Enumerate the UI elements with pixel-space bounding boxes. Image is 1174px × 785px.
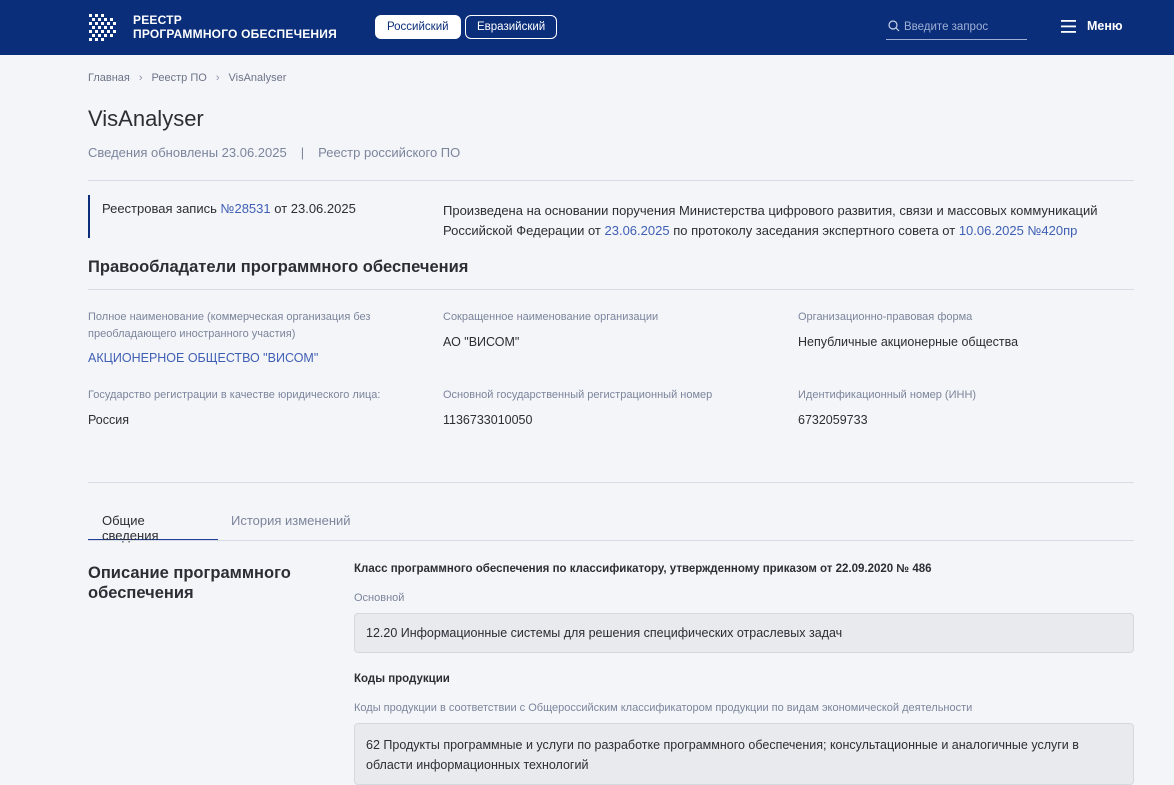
full-name-label: Полное наименование (коммерческая органи… <box>88 311 371 340</box>
registry-russian-button[interactable]: Российский <box>375 15 461 39</box>
full-name-link[interactable]: АКЦИОНЕРНОЕ ОБЩЕСТВО "ВИСОМ" <box>88 351 318 365</box>
search-icon[interactable] <box>888 20 900 32</box>
owners-heading: Правообладатели программного обеспечения <box>88 258 469 276</box>
codes-sub-label: Коды продукции в соответствии с Общеросс… <box>354 702 973 714</box>
record-number-link[interactable]: №28531 <box>221 201 271 216</box>
breadcrumb-current: VisAnalyser <box>228 72 287 84</box>
country-value: Россия <box>88 413 129 427</box>
logo-line-1: РЕЕСТР <box>133 13 182 27</box>
tab-general[interactable]: Общие сведения <box>88 506 218 543</box>
ogrn-value: 1136733010050 <box>443 413 533 427</box>
subtitle-separator: | <box>300 145 305 160</box>
basis-date-link[interactable]: 23.06.2025 <box>605 223 670 238</box>
chevron-right-icon: › <box>138 72 143 84</box>
legal-form-value: Непубличные акционерные общества <box>798 335 1019 349</box>
country-label: Государство регистрации в качестве юриди… <box>88 389 381 401</box>
divider <box>88 289 1134 290</box>
inn-value: 6732059733 <box>798 413 868 427</box>
basis-text-2: по протоколу заседания экспертного совет… <box>673 223 956 238</box>
registry-type: Реестр российского ПО <box>318 145 461 160</box>
protocol-link[interactable]: 10.06.2025 №420пр <box>959 223 1078 238</box>
tabs-divider <box>88 540 1134 541</box>
search-box <box>886 17 1027 40</box>
short-name-label: Сокращенное наименование организации <box>443 311 659 323</box>
ogrn-label: Основной государственный регистрационный… <box>443 389 713 401</box>
logo-line-2: ПРОГРАММНОГО ОБЕСПЕЧЕНИЯ <box>133 27 337 41</box>
divider <box>88 482 1134 483</box>
description-title: Описание программного обеспечения <box>88 564 291 602</box>
search-input[interactable] <box>904 17 1024 37</box>
tab-history[interactable]: История изменений <box>217 506 365 541</box>
codes-label: Коды продукции <box>354 673 450 685</box>
page-title: VisAnalyser <box>88 106 204 131</box>
record-basis: Произведена на основании поручения Минис… <box>443 201 1133 241</box>
menu-label: Меню <box>1087 19 1123 33</box>
breadcrumb: Главная › Реестр ПО › VisAnalyser <box>88 72 286 84</box>
hamburger-icon <box>1061 20 1076 33</box>
registry-logo-icon[interactable] <box>88 13 118 43</box>
main-class-value: 12.20 Информационные системы для решения… <box>354 613 1134 653</box>
inn-label: Идентификационный номер (ИНН) <box>798 389 977 401</box>
short-name-value: АО "ВИСОМ" <box>443 335 520 349</box>
logo-text[interactable]: РЕЕСТР ПРОГРАММНОГО ОБЕСПЕЧЕНИЯ <box>133 13 337 41</box>
record-prefix: Реестровая запись <box>102 201 217 216</box>
main-class-label: Основной <box>354 592 405 604</box>
chevron-right-icon: › <box>215 72 220 84</box>
top-header: РЕЕСТР ПРОГРАММНОГО ОБЕСПЕЧЕНИЯ Российск… <box>0 0 1174 55</box>
legal-form-label: Организационно-правовая форма <box>798 311 973 323</box>
registry-record: Реестровая запись №28531 от 23.06.2025 <box>88 195 356 238</box>
class-label: Класс программного обеспечения по класси… <box>354 563 932 575</box>
divider <box>88 180 1134 181</box>
page-subtitle: Сведения обновлены 23.06.2025 | Реестр рос… <box>88 145 460 160</box>
codes-value: 62 Продукты программные и услуги по разр… <box>354 723 1134 785</box>
record-date: от 23.06.2025 <box>274 201 356 216</box>
breadcrumb-home[interactable]: Главная <box>88 72 130 84</box>
breadcrumb-registry[interactable]: Реестр ПО <box>152 72 207 84</box>
updated-date: Сведения обновлены 23.06.2025 <box>88 145 287 160</box>
registry-eurasian-button[interactable]: Евразийский <box>465 15 558 39</box>
